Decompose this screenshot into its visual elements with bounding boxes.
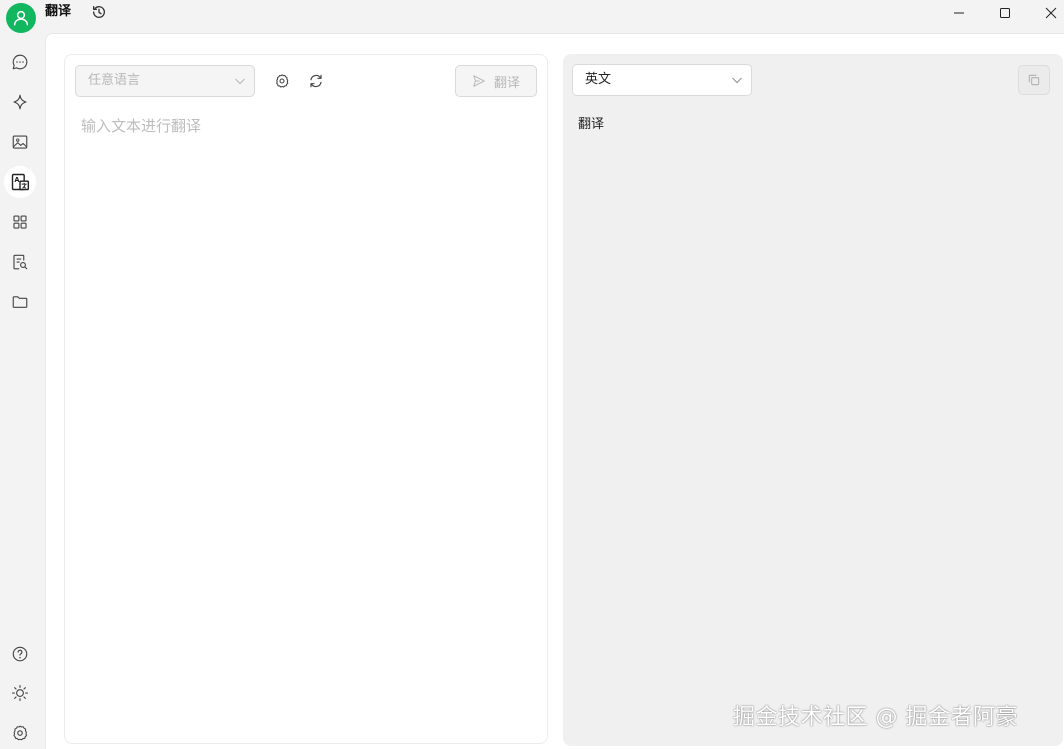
translate-icon: A: [11, 173, 30, 191]
sidebar-item-apps[interactable]: [4, 206, 36, 238]
swap-languages-button[interactable]: [304, 69, 328, 93]
translate-settings-button[interactable]: [270, 69, 294, 93]
target-language-label: 英文: [585, 72, 612, 87]
chevron-down-icon: [732, 77, 742, 84]
sparkle-icon: [13, 94, 27, 110]
app-title: 翻译: [45, 4, 72, 19]
main-content: 任意语言 翻译 英文: [45, 33, 1064, 749]
maximize-button[interactable]: [982, 0, 1028, 26]
source-text-input[interactable]: [81, 115, 533, 715]
history-button[interactable]: [90, 3, 108, 21]
folder-icon: [12, 296, 28, 308]
copy-button[interactable]: [1018, 65, 1050, 95]
minimize-button[interactable]: [936, 0, 982, 26]
sidebar-item-knowledge[interactable]: [4, 246, 36, 278]
source-panel: 任意语言 翻译: [64, 54, 548, 744]
sidebar-item-chat[interactable]: [4, 46, 36, 78]
copy-icon: [1028, 74, 1040, 86]
grid-apps-icon: [13, 215, 27, 229]
gear-icon: [276, 74, 289, 88]
send-icon: [473, 75, 485, 87]
close-icon: [1045, 7, 1057, 19]
sidebar-item-image[interactable]: [4, 126, 36, 158]
user-icon: [13, 10, 29, 26]
history-clock-icon: [93, 5, 105, 18]
user-avatar[interactable]: [6, 3, 36, 33]
close-window-button[interactable]: [1028, 0, 1064, 26]
sidebar-item-help[interactable]: [4, 638, 36, 670]
gear-icon: [13, 725, 28, 741]
translation-output: 翻译: [578, 117, 605, 132]
translate-button-label: 翻译: [493, 75, 520, 91]
sidebar-item-translate[interactable]: A: [4, 166, 36, 198]
sidebar-item-theme[interactable]: [4, 677, 36, 709]
image-icon: [12, 135, 28, 149]
translate-button[interactable]: 翻译: [455, 65, 537, 97]
chevron-down-icon: [235, 78, 245, 85]
sidebar-item-assistant[interactable]: [4, 86, 36, 118]
sidebar-item-files[interactable]: [4, 286, 36, 318]
target-language-select[interactable]: 英文: [572, 64, 752, 96]
sun-theme-icon: [11, 684, 29, 702]
title-bar: 翻译: [0, 0, 1064, 34]
sidebar-item-settings[interactable]: [4, 717, 36, 749]
chat-bubble-icon: [12, 54, 28, 70]
document-search-icon: [13, 254, 28, 270]
watermark: 掘金技术社区 @ 掘金者阿豪: [733, 705, 1018, 730]
minimize-icon: [954, 12, 964, 14]
source-language-select[interactable]: 任意语言: [75, 65, 255, 97]
help-icon: [12, 646, 28, 662]
source-language-label: 任意语言: [88, 73, 141, 88]
sidebar: A: [0, 34, 44, 749]
refresh-icon: [310, 74, 322, 88]
target-panel: 英文 翻译: [563, 54, 1063, 746]
maximize-icon: [1000, 8, 1010, 18]
